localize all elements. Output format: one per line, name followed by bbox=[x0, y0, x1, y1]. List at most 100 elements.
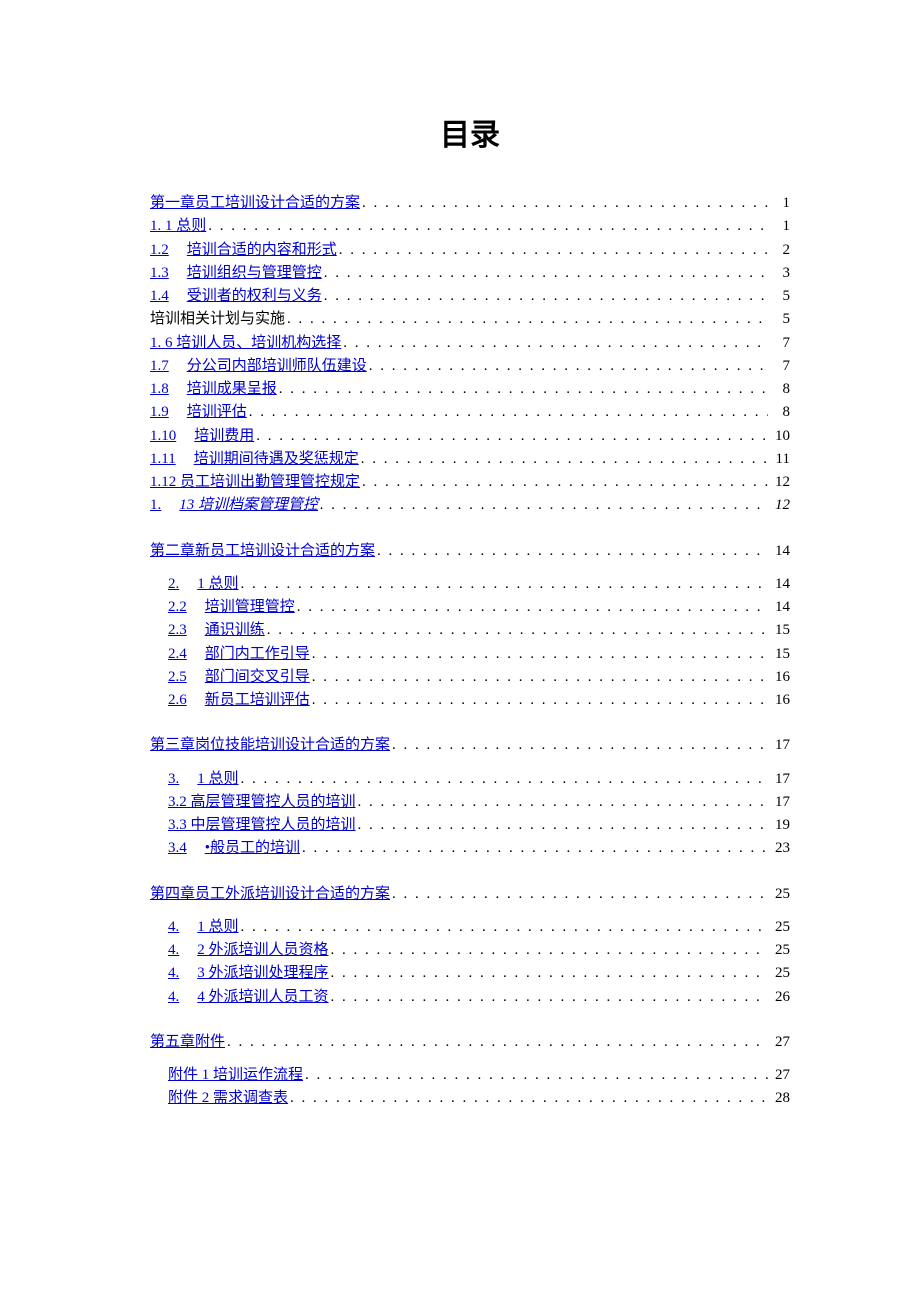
toc-page-number: 8 bbox=[770, 401, 790, 424]
toc-entry-link[interactable]: 1 总则 bbox=[197, 768, 238, 791]
toc-entry-link[interactable]: 3.2 高层管理管控人员的培训 bbox=[168, 791, 356, 814]
toc-entry: 1.12 员工培训出勤管理管控规定. . . . . . . . . . . .… bbox=[150, 471, 790, 494]
toc-entry-link[interactable]: 第一章员工培训设计合适的方案 bbox=[150, 192, 360, 215]
toc-entry-prefix[interactable]: 2. bbox=[168, 573, 179, 596]
spacer bbox=[150, 1054, 790, 1064]
toc-entry: 第三章岗位技能培训设计合适的方案. . . . . . . . . . . . … bbox=[150, 734, 790, 757]
toc-entry-link[interactable]: 培训成果呈报 bbox=[187, 378, 277, 401]
toc-page-number: 7 bbox=[770, 332, 790, 355]
toc-entry-prefix[interactable]: 4. bbox=[168, 986, 179, 1009]
toc-entry-prefix[interactable]: 2.5 bbox=[168, 666, 187, 689]
toc-entry-prefix[interactable]: 1.4 bbox=[150, 285, 169, 308]
spacer bbox=[150, 906, 790, 916]
toc-entry-link[interactable]: 第三章岗位技能培训设计合适的方案 bbox=[150, 734, 390, 757]
toc-entry-prefix[interactable]: 4. bbox=[168, 962, 179, 985]
toc-leader-dots: . . . . . . . . . . . . . . . . . . . . … bbox=[287, 308, 768, 331]
toc-entry: 1.7 分公司内部培训师队伍建设. . . . . . . . . . . . .… bbox=[150, 355, 790, 378]
toc-entry-prefix[interactable]: 1.8 bbox=[150, 378, 169, 401]
toc-entry: 1.13 培训档案管理管控. . . . . . . . . . . . . .… bbox=[150, 494, 790, 517]
toc-entry-link[interactable]: 3.3 中层管理管控人员的培训 bbox=[168, 814, 356, 837]
toc-page-number: 17 bbox=[770, 734, 790, 757]
toc-entry-link[interactable]: 第四章员工外派培训设计合适的方案 bbox=[150, 883, 390, 906]
toc-entry-prefix[interactable]: 4. bbox=[168, 939, 179, 962]
toc-entry: 1. 6 培训人员、培训机构选择. . . . . . . . . . . . … bbox=[150, 332, 790, 355]
toc-leader-dots: . . . . . . . . . . . . . . . . . . . . … bbox=[377, 540, 768, 563]
toc-entry: 2.3通识训练. . . . . . . . . . . . . . . . .… bbox=[150, 619, 790, 642]
toc-entry: 3.3 中层管理管控人员的培训. . . . . . . . . . . . .… bbox=[150, 814, 790, 837]
toc-entry-link[interactable]: 第二章新员工培训设计合适的方案 bbox=[150, 540, 375, 563]
toc-entry-link[interactable]: 3 外派培训处理程序 bbox=[197, 962, 328, 985]
toc-page-number: 17 bbox=[770, 768, 790, 791]
toc-entry-prefix[interactable]: 3. bbox=[168, 768, 179, 791]
toc-leader-dots: . . . . . . . . . . . . . . . . . . . . … bbox=[392, 883, 768, 906]
toc-entry-link[interactable]: 2 外派培训人员资格 bbox=[197, 939, 328, 962]
toc-entry-prefix[interactable]: 1.11 bbox=[150, 448, 176, 471]
toc-entry-prefix[interactable]: 3.4 bbox=[168, 837, 187, 860]
toc-entry-prefix[interactable]: 1.2 bbox=[150, 239, 169, 262]
toc-entry-prefix[interactable]: 1. bbox=[150, 494, 161, 517]
toc-page-number: 25 bbox=[770, 916, 790, 939]
toc-entry-prefix[interactable]: 2.3 bbox=[168, 619, 187, 642]
toc-entry: 第一章员工培训设计合适的方案. . . . . . . . . . . . . … bbox=[150, 192, 790, 215]
toc-leader-dots: . . . . . . . . . . . . . . . . . . . . … bbox=[343, 332, 768, 355]
toc-entry-link[interactable]: •般员工的培训 bbox=[205, 837, 300, 860]
toc-page-number: 5 bbox=[770, 285, 790, 308]
toc-entry: 附件 2 需求调查表. . . . . . . . . . . . . . . … bbox=[150, 1087, 790, 1110]
toc-entry-link[interactable]: 部门间交叉引导 bbox=[205, 666, 310, 689]
toc-entry-link[interactable]: 培训合适的内容和形式 bbox=[187, 239, 337, 262]
toc-entry-prefix[interactable]: 4. bbox=[168, 916, 179, 939]
toc-entry-link[interactable]: 培训期间待遇及奖惩规定 bbox=[194, 448, 359, 471]
toc-section-group: 第一章员工培训设计合适的方案 . . . . . . . . . . . . . … bbox=[150, 192, 790, 518]
toc-entry-prefix[interactable]: 2.4 bbox=[168, 643, 187, 666]
toc-entry-prefix[interactable]: 2.6 bbox=[168, 689, 187, 712]
toc-entry-link[interactable]: 1.12 员工培训出勤管理管控规定 bbox=[150, 471, 360, 494]
toc-entry-link[interactable]: 分公司内部培训师队伍建设 bbox=[187, 355, 367, 378]
toc-page-number: 23 bbox=[770, 837, 790, 860]
toc-page-number: 12 bbox=[770, 471, 790, 494]
toc-entry-link[interactable]: 通识训练 bbox=[205, 619, 265, 642]
toc-entry-link[interactable]: 1 总则 bbox=[197, 573, 238, 596]
toc-entry-prefix[interactable]: 1.7 bbox=[150, 355, 169, 378]
toc-entry: 2.6 新员工培训评估. . . . . . . . . . . . . . . … bbox=[150, 689, 790, 712]
toc-entry: 第四章员工外派培训设计合适的方案. . . . . . . . . . . . … bbox=[150, 883, 790, 906]
toc-page-number: 26 bbox=[770, 986, 790, 1009]
toc-entry: 第五章附件. . . . . . . . . . . . . . . . . .… bbox=[150, 1031, 790, 1054]
toc-page-number: 19 bbox=[770, 814, 790, 837]
toc-entry-prefix[interactable]: 1.9 bbox=[150, 401, 169, 424]
toc-entry: 4.4 外派培训人员工资. . . . . . . . . . . . . . … bbox=[150, 986, 790, 1009]
spacer bbox=[150, 758, 790, 768]
toc-leader-dots: . . . . . . . . . . . . . . . . . . . . … bbox=[361, 448, 768, 471]
toc-entry-link[interactable]: 培训评估 bbox=[187, 401, 247, 424]
toc-page-number: 1 bbox=[770, 215, 790, 238]
toc-entry-link[interactable]: 部门内工作引导 bbox=[205, 643, 310, 666]
toc-entry-link[interactable]: 4 外派培训人员工资 bbox=[197, 986, 328, 1009]
toc-entry-prefix[interactable]: 1.10 bbox=[150, 425, 176, 448]
toc-leader-dots: . . . . . . . . . . . . . . . . . . . . … bbox=[369, 355, 768, 378]
toc-entry-link[interactable]: 附件 2 需求调查表 bbox=[168, 1087, 288, 1110]
toc-entry-link[interactable]: 第五章附件 bbox=[150, 1031, 225, 1054]
toc-entry-link[interactable]: 1. 6 培训人员、培训机构选择 bbox=[150, 332, 341, 355]
toc-entry-link[interactable]: 受训者的权利与义务 bbox=[187, 285, 322, 308]
toc-entry-link[interactable]: 培训费用 bbox=[194, 425, 254, 448]
toc-leader-dots: . . . . . . . . . . . . . . . . . . . . … bbox=[331, 939, 768, 962]
toc-entry-prefix[interactable]: 1.3 bbox=[150, 262, 169, 285]
toc-page-number: 16 bbox=[770, 689, 790, 712]
toc-entry: 3.4 •般员工的培训. . . . . . . . . . . . . . .… bbox=[150, 837, 790, 860]
toc-page-number: 25 bbox=[770, 883, 790, 906]
toc-entry-link[interactable]: 1. 1 总则 bbox=[150, 215, 206, 238]
toc-page-number: 27 bbox=[770, 1031, 790, 1054]
toc-leader-dots: . . . . . . . . . . . . . . . . . . . . … bbox=[241, 768, 768, 791]
toc-entry-link[interactable]: 培训管理管控 bbox=[205, 596, 295, 619]
toc-entry-link[interactable]: 附件 1 培训运作流程 bbox=[168, 1064, 303, 1087]
toc-entry-link[interactable]: 1 总则 bbox=[197, 916, 238, 939]
toc-entry: 附件 1 培训运作流程. . . . . . . . . . . . . . .… bbox=[150, 1064, 790, 1087]
toc-leader-dots: . . . . . . . . . . . . . . . . . . . . … bbox=[297, 596, 768, 619]
toc-entry-prefix[interactable]: 2.2 bbox=[168, 596, 187, 619]
toc-entry-link[interactable]: 培训组织与管理管控 bbox=[187, 262, 322, 285]
toc-leader-dots: . . . . . . . . . . . . . . . . . . . . … bbox=[312, 689, 768, 712]
toc-page-number: 17 bbox=[770, 791, 790, 814]
toc-entry-link[interactable]: 13 培训档案管理管控 bbox=[179, 494, 318, 517]
toc-leader-dots: . . . . . . . . . . . . . . . . . . . . … bbox=[241, 573, 768, 596]
toc-page-number: 14 bbox=[770, 540, 790, 563]
toc-entry-link[interactable]: 新员工培训评估 bbox=[205, 689, 310, 712]
